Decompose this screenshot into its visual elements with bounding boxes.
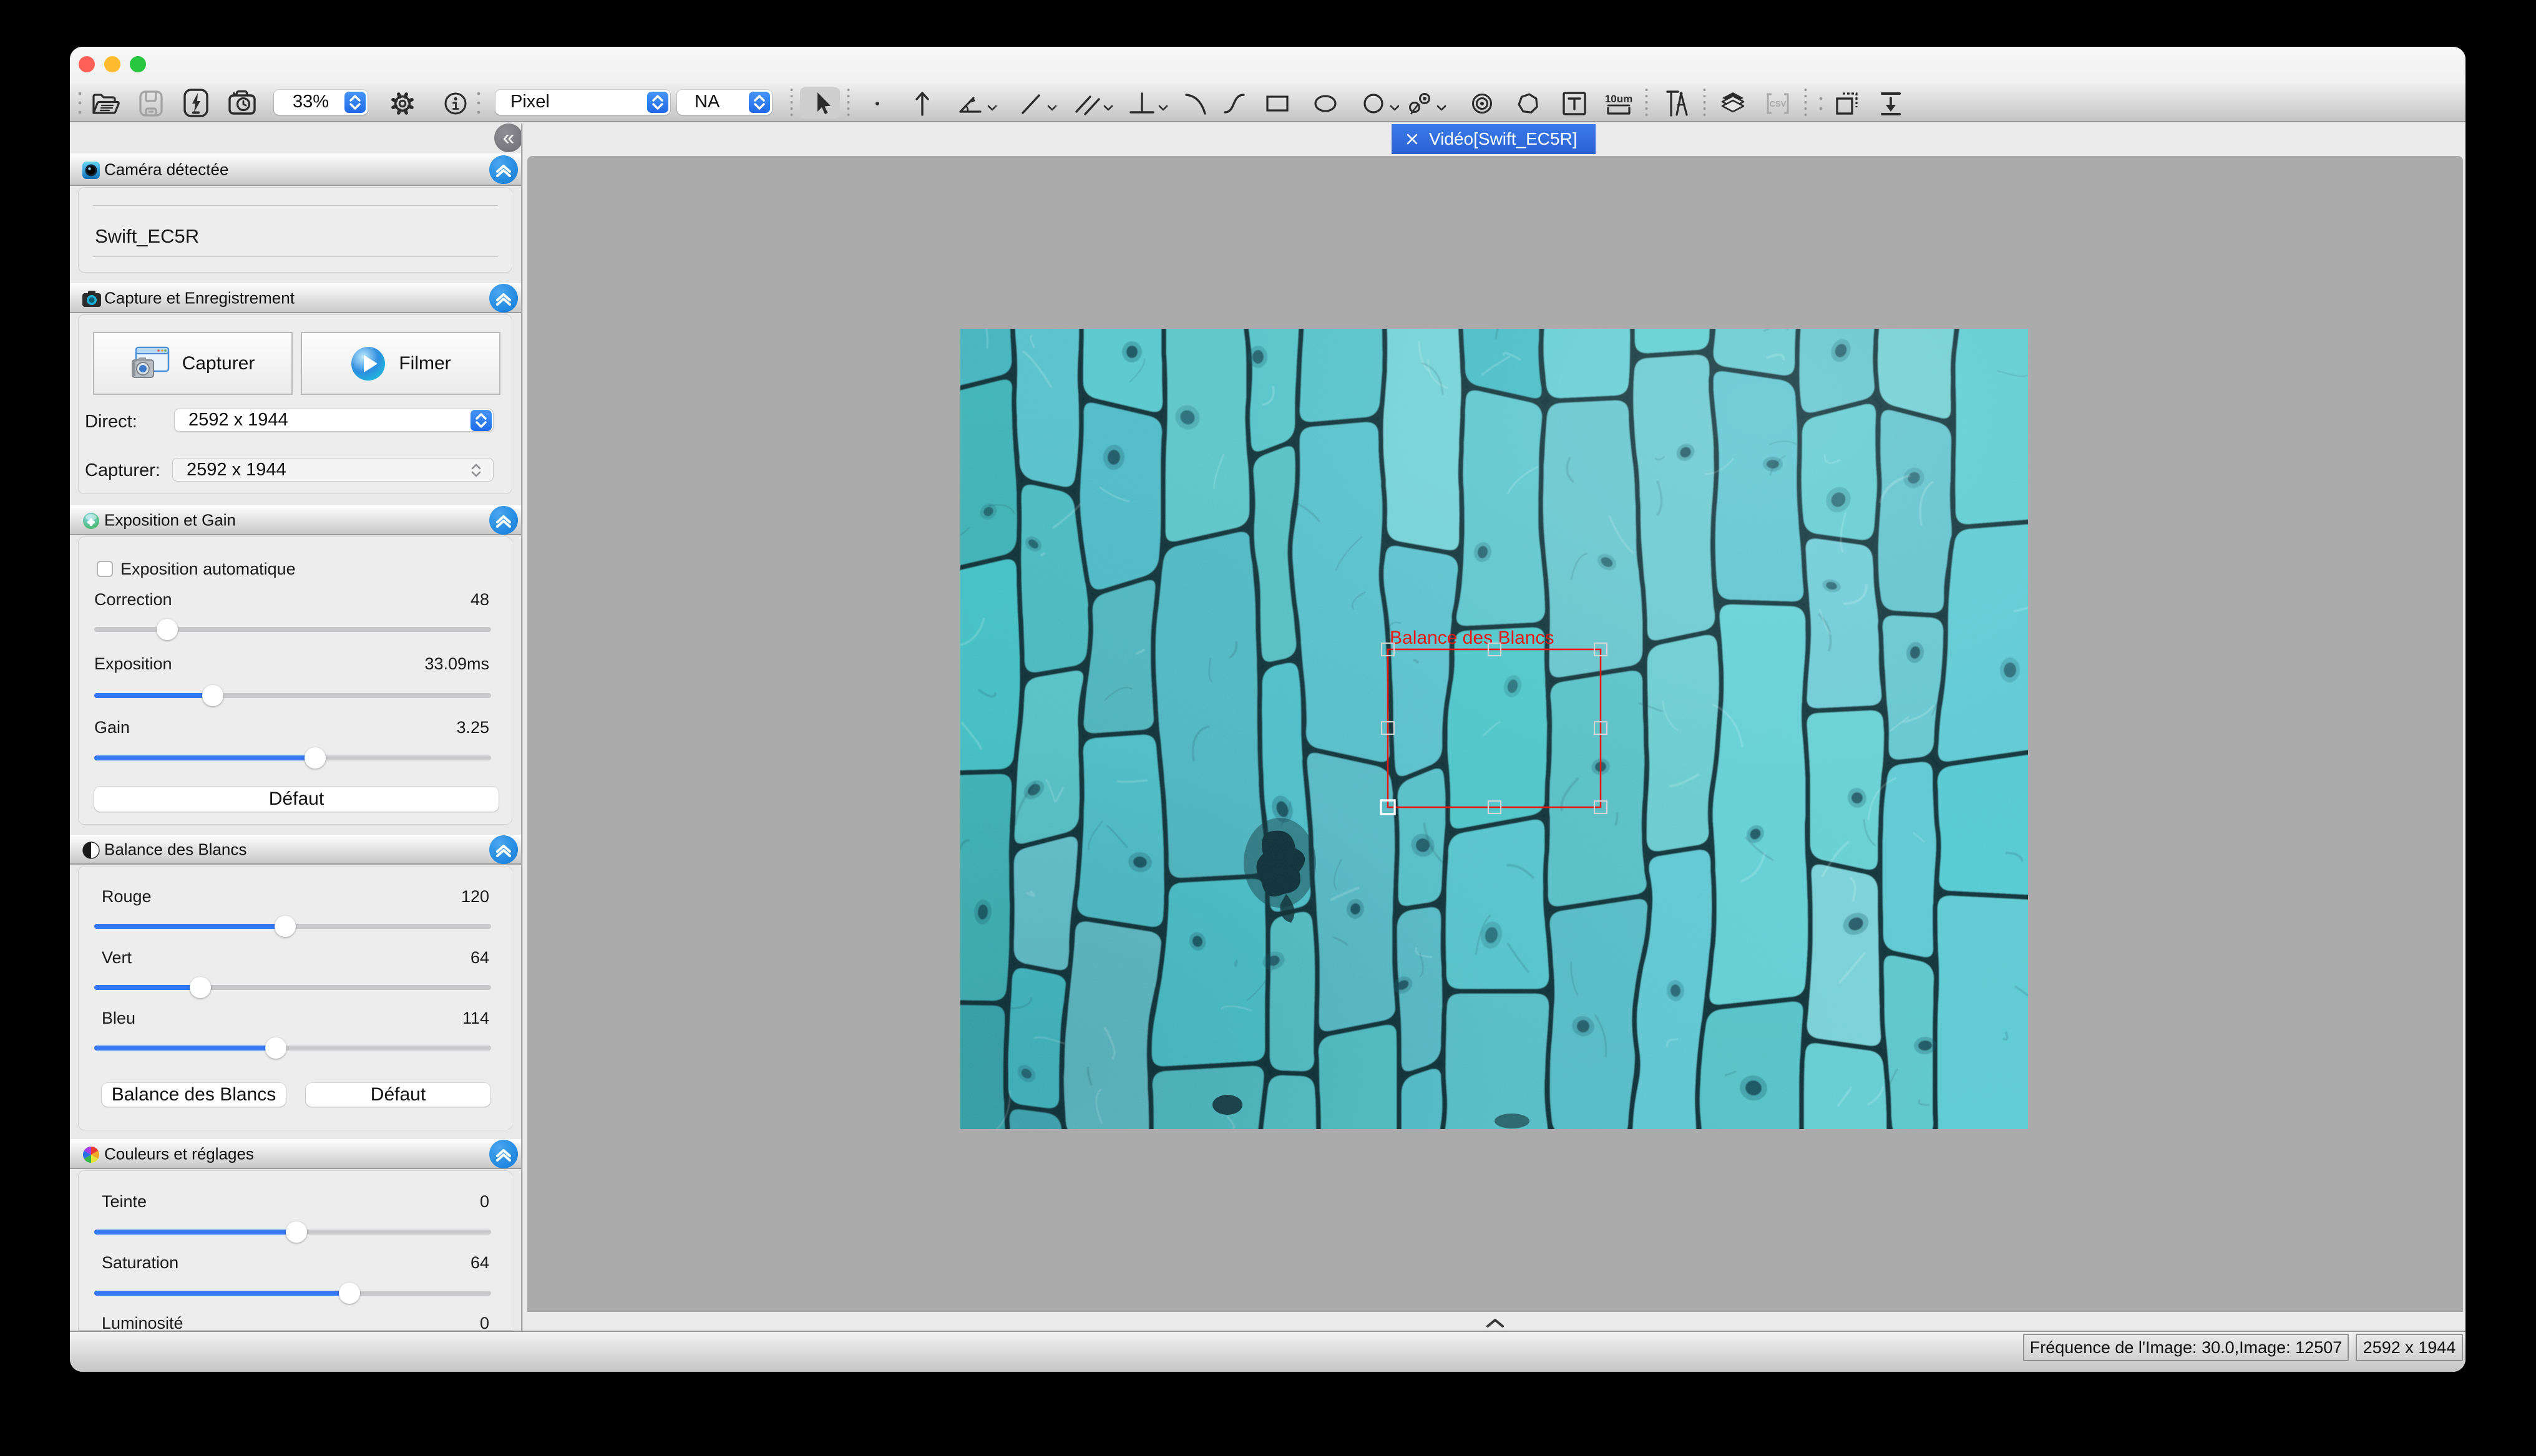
svg-text:Balance des Blancs: Balance des Blancs	[1390, 628, 1554, 648]
svg-text:CSV: CSV	[1770, 99, 1787, 109]
svg-text:10um: 10um	[1605, 93, 1632, 105]
